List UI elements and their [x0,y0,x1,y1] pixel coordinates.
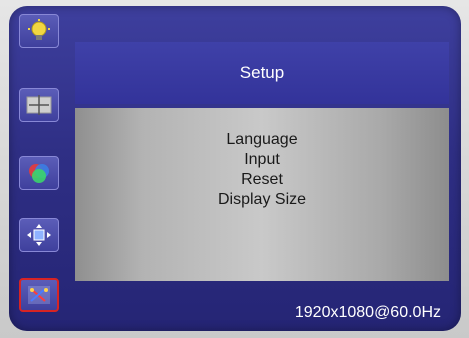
color-icon [25,161,53,185]
sidebar-item-color[interactable] [19,156,59,190]
position-icon [25,223,53,247]
brightness-icon [25,19,53,43]
setup-menu-list: Language Input Reset Display Size [75,130,449,210]
sidebar-item-brightness[interactable] [19,14,59,48]
osd-screen: Setup Language Input Reset Display Size … [9,6,461,331]
osd-header: Setup [75,42,449,104]
setup-tools-icon [25,283,53,307]
osd-menu-panel: Language Input Reset Display Size [75,108,449,281]
osd-sidebar [9,6,73,331]
menu-item-language[interactable]: Language [75,130,449,150]
monitor-bezel: Setup Language Input Reset Display Size … [0,0,469,338]
sidebar-item-setup[interactable] [19,278,59,312]
resolution-readout: 1920x1080@60.0Hz [294,304,441,321]
menu-item-reset[interactable]: Reset [75,170,449,190]
page-title: Setup [239,63,285,82]
menu-item-display-size[interactable]: Display Size [75,190,449,210]
menu-item-input[interactable]: Input [75,150,449,170]
sidebar-item-position[interactable] [19,218,59,252]
sidebar-item-image-position[interactable] [19,88,59,122]
image-position-icon [25,93,53,117]
